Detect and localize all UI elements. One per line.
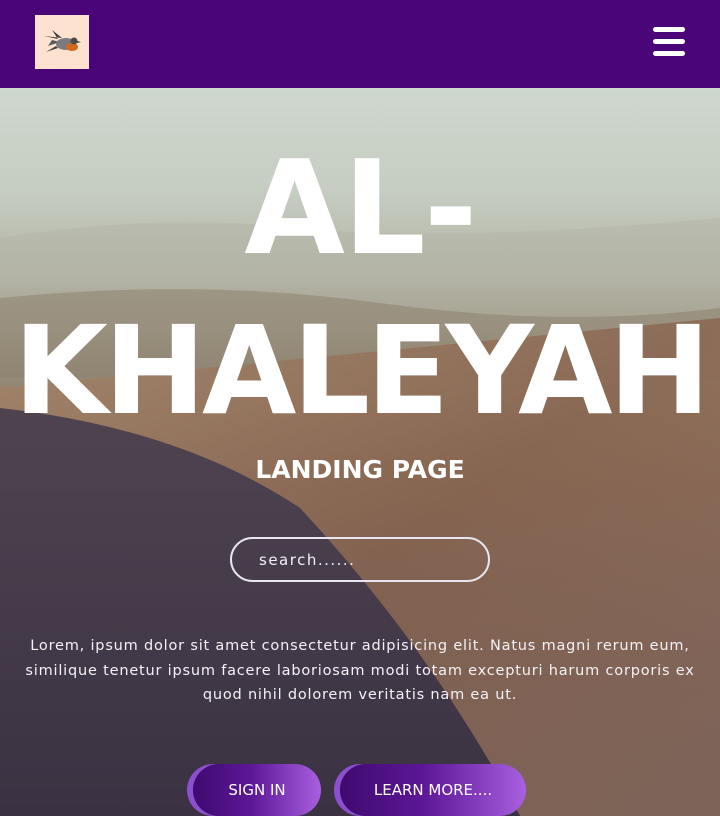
learn-more-button[interactable]: LEARN MORE.... [340, 764, 526, 816]
menu-bar [653, 27, 685, 32]
hamburger-menu-icon[interactable] [650, 24, 688, 58]
hero-section: AL- KHALEYAH LANDING PAGE Lorem, ipsum d… [0, 88, 720, 816]
hero-title-line-1: AL- [244, 132, 477, 284]
menu-bar [653, 51, 685, 56]
search-input[interactable] [230, 537, 490, 582]
sign-in-button[interactable]: SIGN IN [193, 764, 321, 816]
hero-subtitle: LANDING PAGE [255, 455, 465, 484]
menu-bar [653, 39, 685, 44]
bird-logo-icon[interactable] [35, 15, 89, 69]
top-navbar [0, 0, 720, 88]
hero-title-line-2: KHALEYAH [13, 300, 710, 442]
hero-description: Lorem, ipsum dolor sit amet consectetur … [25, 638, 695, 703]
